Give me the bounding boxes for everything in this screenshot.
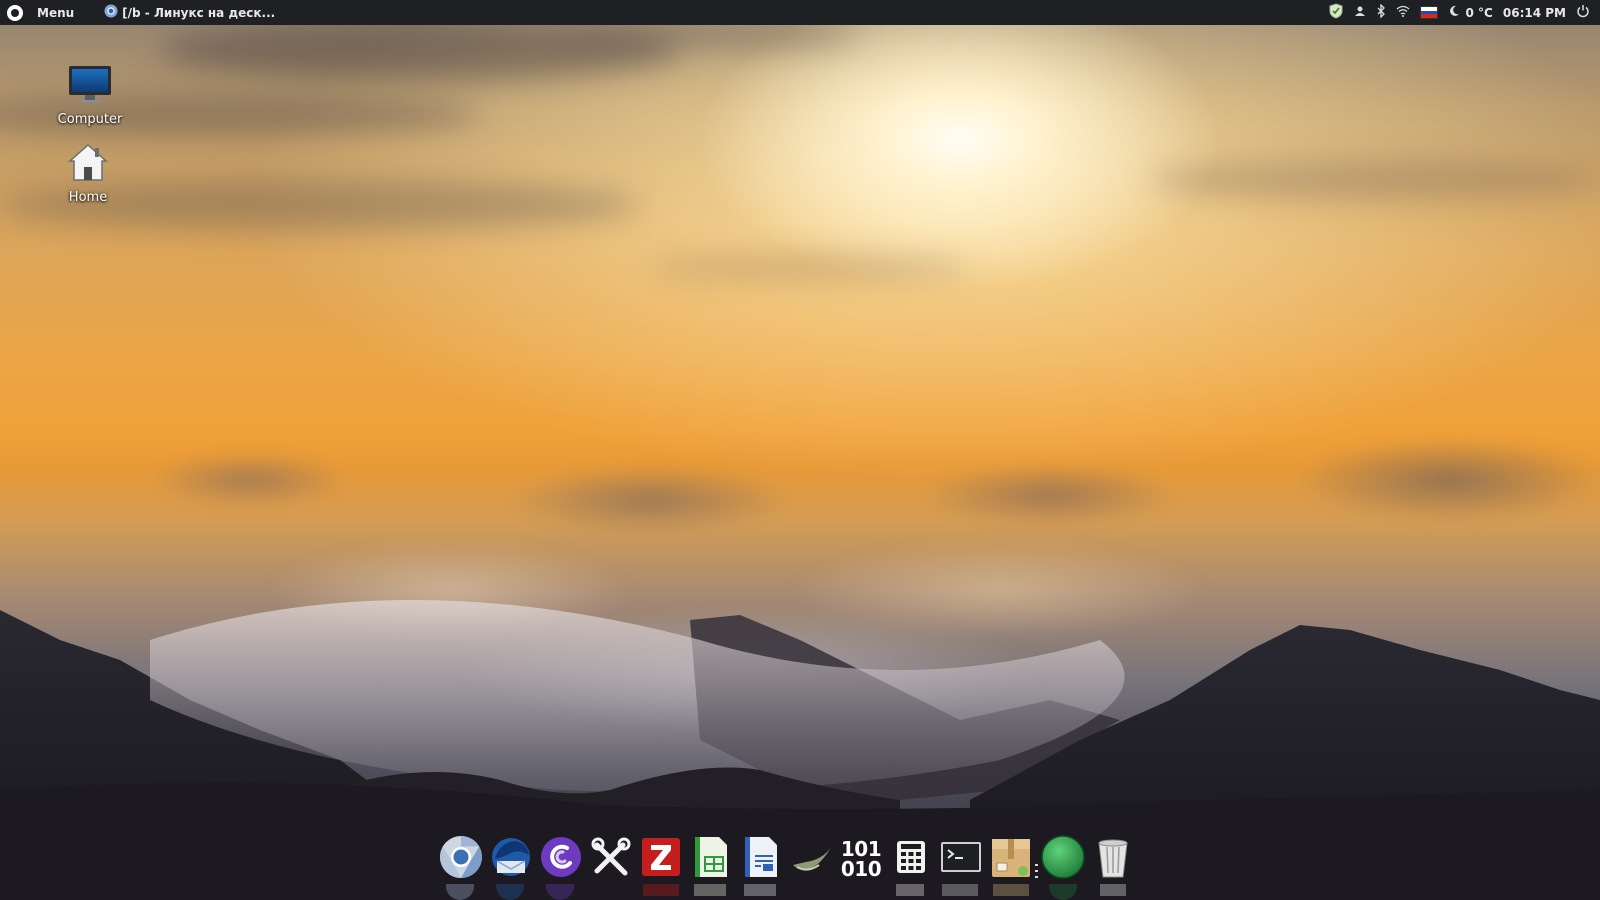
desktop-icon-computer[interactable]: Computer <box>40 64 140 127</box>
dock-item-spreadsheet[interactable] <box>688 836 734 882</box>
dock-item-chromium[interactable] <box>438 836 484 882</box>
swirl-icon <box>789 835 833 883</box>
desktop-icon-label: Computer <box>57 112 123 127</box>
dock-item-filezilla[interactable] <box>638 836 684 882</box>
thunderbird-icon <box>489 835 533 883</box>
green-circle-icon <box>1040 834 1086 884</box>
document-icon <box>739 835 783 883</box>
top-panel: Menu [/b - Линукс на деск... 0 °C 06:14 … <box>0 0 1600 25</box>
home-icon <box>67 142 109 188</box>
weather-temperature[interactable]: 0 °C <box>1466 6 1493 20</box>
wifi-icon[interactable] <box>1396 5 1410 20</box>
mountain-silhouette <box>0 600 1600 900</box>
menu-label: Menu <box>37 5 75 20</box>
desktop-wallpaper <box>0 0 1600 900</box>
menu-logo-icon <box>7 4 23 21</box>
filezilla-icon <box>639 835 683 883</box>
clock[interactable]: 06:14 PM <box>1503 6 1566 20</box>
desktop-icon-home[interactable]: Home <box>38 142 138 205</box>
dock-item-thunderbird[interactable] <box>488 836 534 882</box>
moon-icon[interactable] <box>1448 5 1460 20</box>
menu-button[interactable]: Menu <box>0 0 86 25</box>
terminal-icon <box>939 835 983 883</box>
dock: 101 010 <box>438 834 1158 900</box>
monitor-icon <box>67 64 113 110</box>
taskbar-window-button[interactable]: [/b - Линукс на деск... <box>90 0 285 25</box>
spreadsheet-icon <box>689 835 733 883</box>
binary-bottom: 010 <box>840 857 882 881</box>
binary-icon: 101 010 <box>840 839 882 881</box>
trash-icon <box>1091 835 1135 883</box>
calculator-icon <box>889 835 933 883</box>
chromium-icon <box>439 835 483 883</box>
dock-item-ink-app[interactable] <box>788 836 834 882</box>
dock-item-torrent[interactable] <box>538 836 584 882</box>
dock-item-terminal[interactable] <box>938 836 984 882</box>
desktop-icon-label: Home <box>68 190 108 205</box>
chromium-small-icon <box>104 4 118 21</box>
package-icon <box>989 835 1033 883</box>
system-tray: 0 °C 06:14 PM <box>1318 0 1600 25</box>
power-icon[interactable] <box>1576 4 1590 21</box>
dock-item-text-document[interactable] <box>738 836 784 882</box>
bluetooth-icon[interactable] <box>1376 3 1386 21</box>
active-window-title: [/b - Линукс на деск... <box>122 5 276 20</box>
russian-flag-icon[interactable] <box>1419 6 1438 19</box>
tools-icon <box>589 835 633 883</box>
dock-item-green-app[interactable] <box>1040 834 1086 884</box>
dock-item-archive-manager[interactable] <box>988 835 1038 883</box>
user-icon[interactable] <box>1354 5 1366 20</box>
dock-item-trash[interactable] <box>1090 836 1136 882</box>
dock-item-hex-editor[interactable]: 101 010 <box>838 836 884 882</box>
dock-item-calculator[interactable] <box>888 836 934 882</box>
torrent-icon <box>539 835 583 883</box>
running-indicator <box>1035 864 1038 878</box>
shield-icon[interactable] <box>1328 3 1344 22</box>
dock-reflection <box>438 884 1158 900</box>
dock-item-system-tools[interactable] <box>588 836 634 882</box>
